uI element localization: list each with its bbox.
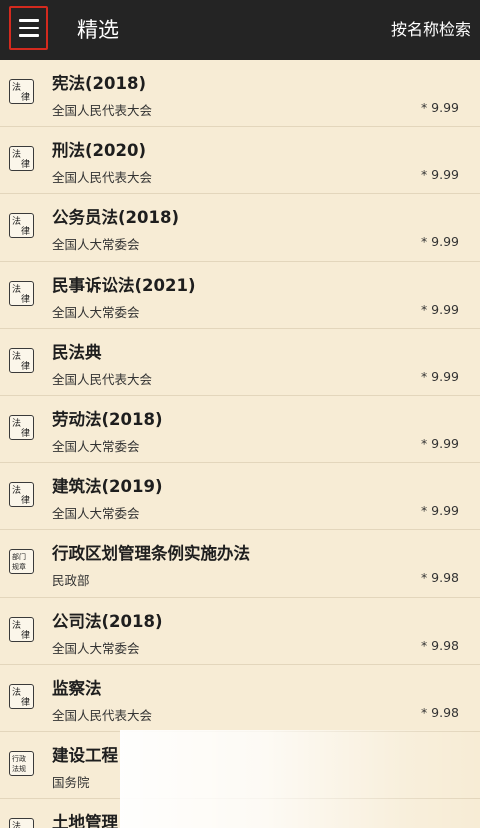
list-item[interactable]: 法律刑法(2020) 全国人民代表大会 * 9.99 — [0, 127, 480, 195]
list-item[interactable]: 法律宪法(2018) 全国人民代表大会 * 9.99 — [0, 60, 480, 128]
svg-text:法: 法 — [12, 686, 21, 698]
list-item[interactable]: 法律建筑法(2019) 全国人大常委会 * 9.99 — [0, 463, 480, 531]
item-issuer: 全国人大常委会 — [52, 304, 140, 320]
item-title: 刑法(2020) — [52, 141, 147, 161]
item-title: 建筑法(2019) — [52, 477, 163, 497]
item-price: * 9.99 — [420, 503, 459, 519]
svg-text:律: 律 — [21, 427, 30, 438]
item-title: 土地管理 — [52, 813, 118, 828]
list-item[interactable]: 法律民法典 全国人民代表大会 * 9.99 — [0, 329, 480, 396]
svg-text:法: 法 — [12, 619, 21, 631]
category-seal-icon: 法律 — [9, 414, 34, 440]
list-item[interactable]: 法律公司法(2018) 全国人大常委会 * 9.98 — [0, 598, 480, 665]
svg-text:法: 法 — [12, 484, 21, 496]
item-issuer: 全国人大常委会 — [52, 438, 140, 454]
list-item[interactable]: 法律民事诉讼法(2021) 全国人大常委会 * 9.99 — [0, 262, 480, 329]
top-app-bar: 精选 按名称检索 — [0, 0, 480, 60]
svg-text:法: 法 — [12, 215, 21, 227]
svg-text:法: 法 — [12, 283, 21, 295]
list-item[interactable]: 行政 法规 建设工程 国务院 — [0, 732, 480, 800]
svg-text:法: 法 — [12, 81, 21, 93]
item-price: * 9.98 — [420, 704, 459, 720]
item-title: 监察法 — [52, 678, 102, 698]
item-price: * 9.99 — [420, 301, 459, 317]
item-issuer: 全国人民代表大会 — [52, 371, 153, 387]
list-item[interactable]: 法律公务员法(2018) 全国人大常委会 * 9.99 — [0, 194, 480, 262]
category-seal-icon: 法律 — [9, 347, 34, 373]
category-seal-icon: 法律 — [9, 482, 34, 508]
search-by-name-button[interactable]: 按名称检索 — [391, 0, 471, 60]
category-seal-icon: 法律 — [9, 146, 34, 172]
item-price: * 9.99 — [420, 435, 459, 451]
item-title: 民事诉讼法(2021) — [52, 275, 196, 295]
item-issuer: 国务院 — [52, 774, 90, 790]
item-title: 行政区划管理条例实施办法 — [52, 544, 250, 564]
item-title: 劳动法(2018) — [52, 409, 163, 429]
item-title: 民法典 — [52, 342, 102, 362]
item-price: * 9.98 — [420, 637, 459, 653]
category-seal-icon: 部门 规章 — [9, 549, 34, 575]
svg-text:律: 律 — [21, 293, 30, 304]
item-price: * 9.99 — [420, 234, 459, 250]
category-seal-icon: 法律 — [9, 79, 34, 104]
list-item[interactable]: 法律监察法 全国人民代表大会 * 9.98 — [0, 665, 480, 732]
category-seal-icon: 法律 — [9, 280, 34, 306]
item-price: * 9.99 — [420, 368, 459, 384]
hamburger-icon — [18, 19, 39, 22]
item-issuer: 全国人大常委会 — [52, 640, 140, 656]
list-item[interactable]: 部门 规章 行政区划管理条例实施办法 民政部 * 9.98 — [0, 530, 480, 598]
law-list: 法律宪法(2018) 全国人民代表大会 * 9.99 法律刑法(2020) 全国人民代表… — [0, 60, 480, 828]
list-item[interactable]: 法律 土地管理 — [0, 799, 480, 828]
svg-text:律: 律 — [21, 360, 30, 371]
svg-text:法规: 法规 — [12, 764, 26, 773]
item-price: * 9.98 — [420, 570, 459, 586]
item-issuer: 民政部 — [52, 573, 90, 589]
item-price: * 9.99 — [420, 167, 459, 183]
item-issuer: 全国人大常委会 — [52, 237, 140, 253]
category-seal-icon: 法律 — [9, 616, 34, 642]
item-issuer: 全国人民代表大会 — [52, 170, 153, 186]
item-issuer: 全国人大常委会 — [52, 506, 140, 522]
svg-text:规章: 规章 — [12, 562, 26, 571]
svg-text:律: 律 — [21, 696, 30, 707]
svg-text:部门: 部门 — [12, 552, 26, 561]
item-title: 建设工程 — [52, 745, 118, 765]
page-title: 精选 — [77, 18, 119, 42]
svg-text:律: 律 — [21, 225, 30, 236]
category-seal-icon: 法律 — [9, 213, 34, 239]
svg-text:律: 律 — [21, 629, 30, 640]
item-issuer: 全国人民代表大会 — [52, 707, 153, 723]
svg-text:律: 律 — [21, 158, 30, 169]
item-price: * 9.99 — [420, 100, 459, 115]
svg-text:行政: 行政 — [12, 754, 26, 763]
svg-text:法: 法 — [12, 350, 21, 362]
item-title: 公司法(2018) — [52, 611, 163, 631]
svg-text:法: 法 — [12, 148, 21, 160]
category-seal-icon: 法律 — [9, 818, 34, 828]
item-issuer: 全国人民代表大会 — [52, 103, 153, 118]
hamburger-icon-line — [18, 34, 39, 37]
menu-button[interactable] — [9, 6, 48, 50]
item-title: 宪法(2018) — [52, 74, 147, 93]
svg-text:律: 律 — [21, 494, 30, 505]
svg-text:律: 律 — [21, 91, 30, 102]
list-item[interactable]: 法律劳动法(2018) 全国人大常委会 * 9.99 — [0, 396, 480, 464]
svg-text:法: 法 — [12, 417, 21, 429]
hamburger-icon-line — [18, 26, 39, 30]
category-seal-icon: 法律 — [9, 683, 34, 709]
category-seal-icon: 行政 法规 — [9, 750, 34, 776]
svg-text:法: 法 — [12, 820, 21, 828]
item-title: 公务员法(2018) — [52, 208, 180, 228]
